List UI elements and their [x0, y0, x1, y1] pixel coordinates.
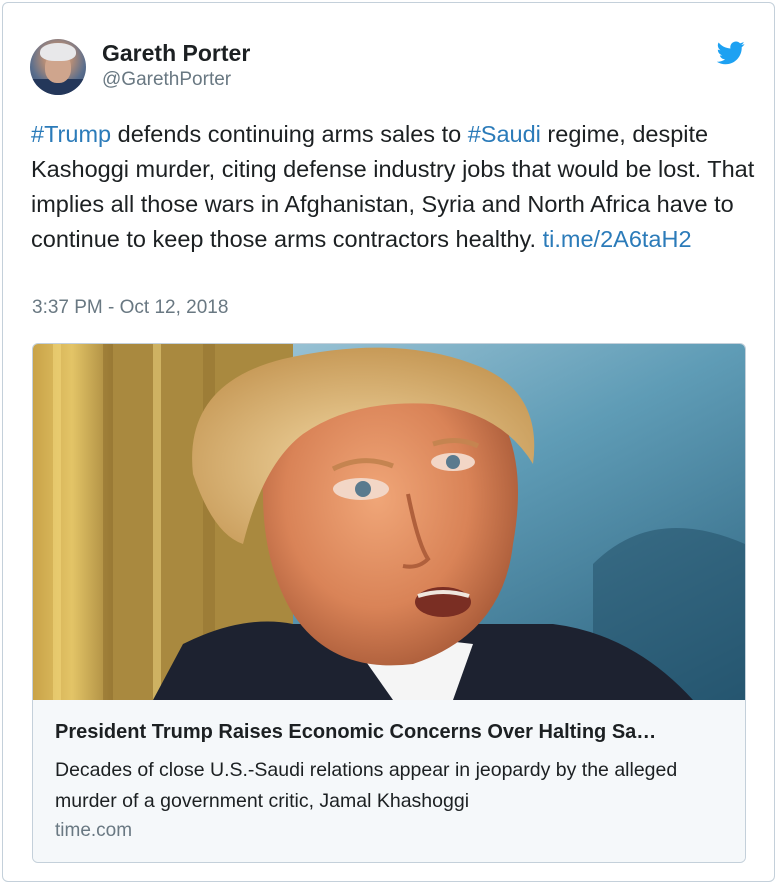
card-domain: time.com — [55, 820, 133, 841]
twitter-bird-icon[interactable] — [717, 41, 745, 65]
author-handle[interactable]: @GarethPorter — [102, 69, 231, 91]
author-name[interactable]: Gareth Porter — [102, 40, 250, 67]
link-preview-card[interactable]: President Trump Raises Economic Concerns… — [32, 343, 746, 863]
tweet-link[interactable]: ti.me/2A6taH2 — [543, 226, 692, 252]
tweet-text-part: defends continuing arms sales to — [111, 121, 468, 147]
hashtag-saudi[interactable]: #Saudi — [468, 121, 541, 147]
card-photo — [33, 344, 745, 700]
author-avatar[interactable] — [30, 39, 86, 95]
card-body[interactable]: President Trump Raises Economic Concerns… — [33, 700, 745, 862]
tweet-text: #Trump defends continuing arms sales to … — [31, 117, 756, 257]
hashtag-trump[interactable]: #Trump — [31, 121, 111, 147]
tweet-timestamp[interactable]: 3:37 PM - Oct 12, 2018 — [32, 297, 228, 319]
card-title[interactable]: President Trump Raises Economic Concerns… — [55, 721, 656, 744]
card-image[interactable] — [33, 344, 745, 700]
embedded-tweet: Gareth Porter @GarethPorter #Trump defen… — [2, 2, 775, 882]
card-description: Decades of close U.S.-Saudi relations ap… — [55, 759, 678, 812]
